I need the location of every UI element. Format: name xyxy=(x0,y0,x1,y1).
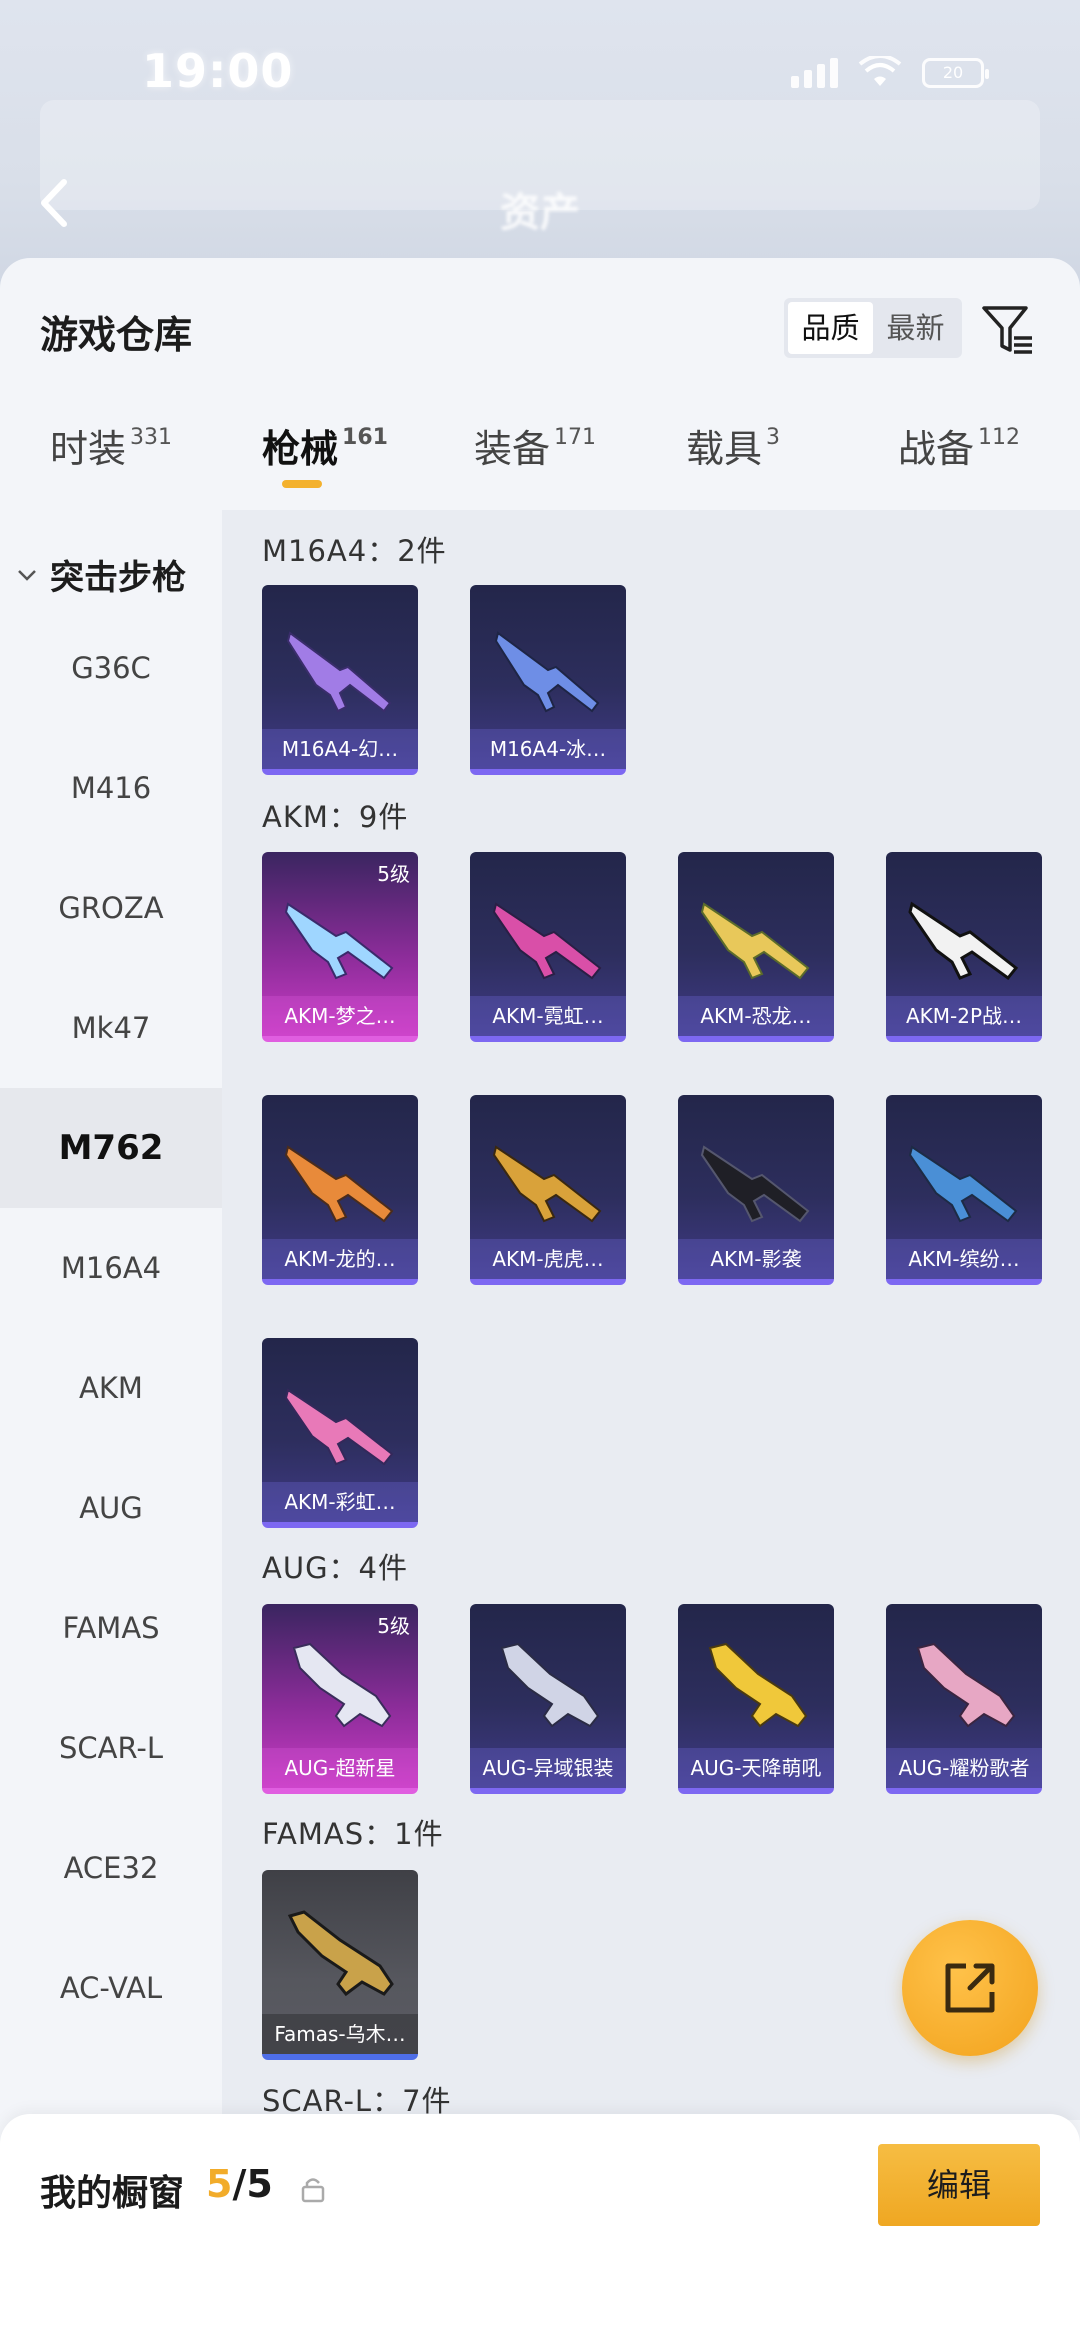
category-tabs: 时装 331 枪械 161 装备 171 载具 3 战备 112 xyxy=(0,418,1080,508)
sidebar-item-m416[interactable]: M416 xyxy=(0,728,222,848)
weapon-sidebar: 突击步枪 G36C M416 GROZA Mk47 M762 M16A4 AKM… xyxy=(0,510,222,2110)
skin-card[interactable]: M16A4-冰… xyxy=(470,585,626,775)
sort-quality[interactable]: 品质 xyxy=(788,302,873,354)
section-title-famas: FAMAS：1件 xyxy=(262,1817,444,1851)
skin-card[interactable]: 5级 AKM-梦之… xyxy=(262,852,418,1042)
skin-name: AKM-缤纷… xyxy=(886,1239,1042,1279)
tab-fashion[interactable]: 时装 331 xyxy=(50,418,172,473)
rifle-icon xyxy=(908,1145,1018,1223)
sidebar-item-groza[interactable]: GROZA xyxy=(0,848,222,968)
skin-name: AKM-梦之… xyxy=(262,996,418,1036)
skin-card[interactable]: AKM-恐龙… xyxy=(678,852,834,1042)
skin-card[interactable]: AKM-虎虎… xyxy=(470,1095,626,1285)
skin-card[interactable]: AUG-天降萌吼 xyxy=(678,1604,834,1794)
skin-name: Famas-乌木… xyxy=(262,2014,418,2054)
rifle-icon xyxy=(700,1145,810,1223)
wifi-icon xyxy=(858,56,902,86)
sidebar-item-ac-val[interactable]: AC-VAL xyxy=(0,1928,222,2048)
sidebar-item-scar-l[interactable]: SCAR-L xyxy=(0,1688,222,1808)
weapon-skin-grid: M16A4：2件 M16A4-幻… M16A4-冰… AKM：9件 5级 AKM… xyxy=(222,510,1080,2120)
lock-icon xyxy=(301,2178,325,2203)
rifle-icon xyxy=(492,902,602,980)
nav-title: 资产 xyxy=(500,190,580,236)
skin-card[interactable]: AKM-龙的… xyxy=(262,1095,418,1285)
back-icon[interactable] xyxy=(34,176,74,230)
skin-card[interactable]: AUG-异域银装 xyxy=(470,1604,626,1794)
rifle-icon xyxy=(284,902,394,980)
rifle-icon xyxy=(908,901,1019,981)
sidebar-item-m762[interactable]: M762 xyxy=(0,1088,222,1208)
rifle-icon xyxy=(700,902,810,980)
skin-card[interactable]: AKM-2P战… xyxy=(886,852,1042,1042)
share-icon xyxy=(945,1963,995,2013)
rifle-icon xyxy=(708,1642,808,1728)
skin-card[interactable]: 5级 AUG-超新星 xyxy=(262,1604,418,1794)
battery-icon: 20 xyxy=(922,58,989,88)
rifle-icon xyxy=(292,1642,392,1728)
skin-name: AKM-2P战… xyxy=(886,996,1042,1036)
rifle-icon xyxy=(284,1388,394,1466)
tab-vehicles[interactable]: 载具 3 xyxy=(686,418,780,473)
skin-card[interactable]: AUG-耀粉歌者 xyxy=(886,1604,1042,1794)
rifle-icon xyxy=(286,631,392,713)
skin-name: AKM-恐龙… xyxy=(678,996,834,1036)
showcase-bar: 我的橱窗 5/5 编辑 xyxy=(0,2114,1080,2341)
rifle-icon xyxy=(500,1642,600,1728)
sheet-title: 游戏仓库 xyxy=(40,313,193,357)
skin-name: AKM-霓虹… xyxy=(470,996,626,1036)
sidebar-item-famas[interactable]: FAMAS xyxy=(0,1568,222,1688)
skin-card[interactable]: M16A4-幻… xyxy=(262,585,418,775)
showcase-count: 5/5 xyxy=(206,2162,273,2206)
rifle-icon xyxy=(494,631,600,713)
rifle-icon xyxy=(492,1145,602,1223)
sidebar-group-assault-rifles[interactable]: 突击步枪 xyxy=(16,550,186,599)
sidebar-item-aug[interactable]: AUG xyxy=(0,1448,222,1568)
sort-toggle: 品质 最新 xyxy=(784,298,962,358)
filter-icon[interactable] xyxy=(980,302,1036,358)
chevron-down-icon xyxy=(18,569,36,581)
sidebar-item-g36c[interactable]: G36C xyxy=(0,608,222,728)
skin-card[interactable]: Famas-乌木… xyxy=(262,1870,418,2060)
section-title-m16a4: M16A4：2件 xyxy=(262,534,447,568)
rifle-icon xyxy=(916,1642,1016,1728)
skin-card[interactable]: AKM-彩虹… xyxy=(262,1338,418,1528)
section-title-aug: AUG：4件 xyxy=(262,1551,408,1585)
skin-name: AKM-虎虎… xyxy=(470,1239,626,1279)
sidebar-item-akm[interactable]: AKM xyxy=(0,1328,222,1448)
tab-firearms[interactable]: 枪械 161 xyxy=(262,418,388,488)
section-title-akm: AKM：9件 xyxy=(262,800,409,834)
battery-level: 20 xyxy=(942,63,964,82)
skin-name: M16A4-冰… xyxy=(470,729,626,769)
edit-button[interactable]: 编辑 xyxy=(878,2144,1040,2226)
rifle-icon xyxy=(284,1145,394,1223)
tab-equipment[interactable]: 装备 171 xyxy=(474,418,596,473)
active-tab-indicator xyxy=(282,480,322,488)
warehouse-sheet: 游戏仓库 品质 最新 时装 331 枪械 161 装备 171 载具 3 战备 112 xyxy=(0,258,1080,2341)
share-button[interactable] xyxy=(902,1920,1038,2056)
skin-name: AUG-超新星 xyxy=(262,1748,418,1788)
rifle-icon xyxy=(287,1910,394,1997)
skin-name: AUG-耀粉歌者 xyxy=(886,1748,1042,1788)
skin-name: M16A4-幻… xyxy=(262,729,418,769)
skin-card[interactable]: AKM-霓虹… xyxy=(470,852,626,1042)
sidebar-item-mk47[interactable]: Mk47 xyxy=(0,968,222,1088)
showcase-label: 我的橱窗 xyxy=(40,2173,185,2214)
sort-newest[interactable]: 最新 xyxy=(873,302,958,354)
signal-icon xyxy=(791,58,838,88)
skin-name: AUG-天降萌吼 xyxy=(678,1748,834,1788)
skin-name: AUG-异域银装 xyxy=(470,1748,626,1788)
skin-name: AKM-龙的… xyxy=(262,1239,418,1279)
sidebar-item-m16a4[interactable]: M16A4 xyxy=(0,1208,222,1328)
skin-card[interactable]: AKM-缤纷… xyxy=(886,1095,1042,1285)
sidebar-item-ace32[interactable]: ACE32 xyxy=(0,1808,222,1928)
skin-card[interactable]: AKM-影袭 xyxy=(678,1095,834,1285)
skin-name: AKM-彩虹… xyxy=(262,1482,418,1522)
skin-name: AKM-影袭 xyxy=(678,1239,834,1279)
status-time: 19:00 xyxy=(142,44,294,98)
tab-supplies[interactable]: 战备 112 xyxy=(898,418,1020,473)
